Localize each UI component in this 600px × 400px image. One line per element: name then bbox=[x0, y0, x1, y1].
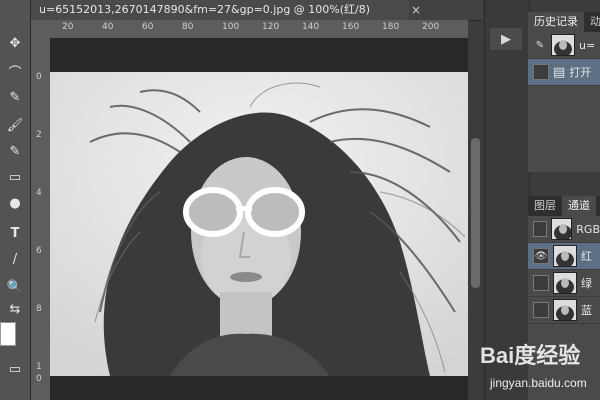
channel-thumbnail bbox=[553, 299, 577, 321]
move-tool-icon[interactable]: ✥ bbox=[3, 32, 27, 54]
ruler-tick: 6 bbox=[36, 246, 42, 256]
history-step-row[interactable]: ▤ 打开 bbox=[528, 59, 600, 86]
history-step-checkbox[interactable] bbox=[533, 64, 549, 80]
channel-row-green[interactable]: 绿 bbox=[528, 270, 600, 297]
history-brush-icon[interactable]: ✎ bbox=[3, 140, 27, 162]
close-tab-icon[interactable]: × bbox=[411, 0, 423, 20]
swap-colors-icon[interactable]: ⇆ bbox=[3, 298, 27, 320]
ruler-tick: 40 bbox=[102, 22, 114, 32]
ruler-tick: 100 bbox=[222, 22, 240, 32]
channel-thumbnail bbox=[553, 245, 577, 267]
lasso-tool-icon[interactable]: ⌒ bbox=[3, 60, 27, 82]
portrait-photo bbox=[50, 72, 468, 376]
history-snapshot-row[interactable]: ✎ u= bbox=[528, 32, 600, 59]
ruler-tick: 60 bbox=[142, 22, 154, 32]
history-panel: 历史记录 动 ✎ u= ▤ 打开 bbox=[528, 12, 600, 172]
channel-thumbnail bbox=[551, 218, 573, 240]
visibility-toggle[interactable] bbox=[533, 221, 548, 237]
channel-label: RGB bbox=[576, 222, 600, 236]
document-tab-bar: u=65152013,2670147890&fm=27&gp=0.jpg @ 1… bbox=[31, 0, 483, 21]
visibility-toggle[interactable] bbox=[533, 302, 549, 318]
document-image[interactable] bbox=[50, 72, 468, 376]
foreground-color-swatch[interactable] bbox=[0, 322, 16, 346]
channel-thumbnail bbox=[553, 272, 577, 294]
watermark-url: jingyan.baidu.com bbox=[490, 376, 587, 390]
eye-icon[interactable]: 👁 bbox=[533, 248, 549, 264]
tab-actions[interactable]: 动 bbox=[584, 12, 600, 32]
ruler-tick: 0 bbox=[36, 374, 42, 384]
history-row-label: 打开 bbox=[569, 66, 592, 79]
channel-label: 红 bbox=[581, 250, 592, 263]
ruler-tick: 2 bbox=[36, 130, 42, 140]
history-panel-tabs: 历史记录 动 bbox=[528, 12, 600, 32]
play-action-icon[interactable]: ▶ bbox=[490, 28, 522, 50]
ruler-tick: 140 bbox=[302, 22, 320, 32]
channel-row-red[interactable]: 👁 红 bbox=[528, 243, 600, 270]
ruler-tick: 80 bbox=[182, 22, 194, 32]
channel-label: 蓝 bbox=[581, 304, 592, 317]
screen-mode-icon[interactable]: ▭ bbox=[3, 358, 27, 380]
line-tool-icon[interactable]: / bbox=[3, 248, 27, 270]
blur-tool-icon[interactable]: ● bbox=[3, 192, 27, 214]
toolbox: ✥ ⌒ ✎ 🖌 ✎ ▭ ● T / 🔍 ⇆ ▭ bbox=[0, 0, 31, 400]
brush-tool-icon[interactable]: 🖌 bbox=[3, 114, 27, 136]
ruler-tick: 180 bbox=[382, 22, 400, 32]
scrollbar-thumb[interactable] bbox=[471, 138, 480, 288]
ruler-tick: 4 bbox=[36, 188, 42, 198]
eyedropper-tool-icon[interactable]: ✎ bbox=[3, 86, 27, 108]
ruler-tick: 8 bbox=[36, 304, 42, 314]
ruler-tick: 160 bbox=[342, 22, 360, 32]
ruler-corner bbox=[31, 20, 51, 39]
snapshot-brush-icon: ✎ bbox=[535, 39, 545, 51]
ruler-tick: 200 bbox=[422, 22, 440, 32]
snapshot-thumbnail bbox=[551, 34, 575, 56]
horizontal-ruler: 20 40 60 80 100 120 140 160 180 200 bbox=[50, 20, 468, 39]
ruler-tick: 120 bbox=[262, 22, 280, 32]
vertical-ruler: 0 2 4 6 8 1 0 bbox=[31, 38, 51, 400]
visibility-toggle[interactable] bbox=[533, 275, 549, 291]
ruler-tick: 0 bbox=[36, 72, 42, 82]
ruler-tick: 1 bbox=[36, 362, 42, 372]
type-tool-icon[interactable]: T bbox=[3, 222, 27, 244]
tab-channels[interactable]: 通道 bbox=[562, 196, 596, 216]
channel-row-rgb[interactable]: RGB bbox=[528, 216, 600, 243]
history-row-label: u= bbox=[579, 38, 596, 52]
channels-panel-tabs: 图层 通道 bbox=[528, 196, 600, 216]
gradient-tool-icon[interactable]: ▭ bbox=[3, 166, 27, 188]
tab-layers[interactable]: 图层 bbox=[528, 196, 562, 216]
watermark-brand: Bai度经验 bbox=[480, 343, 581, 368]
zoom-tool-icon[interactable]: 🔍 bbox=[3, 276, 27, 298]
channel-row-blue[interactable]: 蓝 bbox=[528, 297, 600, 324]
ruler-tick: 20 bbox=[62, 22, 74, 32]
tab-history[interactable]: 历史记录 bbox=[528, 12, 584, 32]
document-icon: ▤ bbox=[553, 64, 566, 80]
document-tab[interactable]: u=65152013,2670147890&fm=27&gp=0.jpg @ 1… bbox=[31, 0, 409, 20]
baidu-watermark: Bai度经验 jingyan.baidu.com bbox=[470, 338, 600, 400]
channel-label: 绿 bbox=[581, 277, 592, 290]
